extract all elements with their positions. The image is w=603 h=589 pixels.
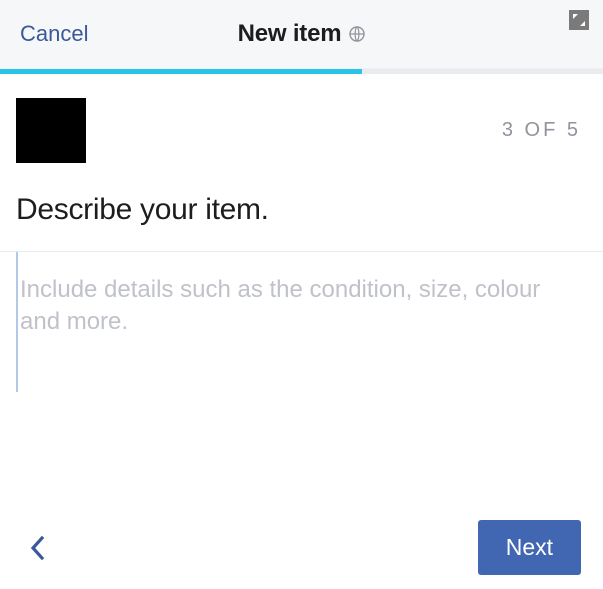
cancel-button[interactable]: Cancel	[20, 21, 88, 47]
next-button[interactable]: Next	[478, 520, 581, 575]
header-bar: Cancel New item	[0, 0, 603, 69]
top-row: 3 OF 5	[16, 98, 587, 163]
step-counter: 3 OF 5	[502, 119, 587, 142]
footer-bar: Next	[0, 520, 603, 575]
expand-icon[interactable]	[569, 10, 589, 30]
page-title: New item	[238, 20, 342, 48]
progress-track	[0, 69, 603, 74]
description-input[interactable]	[16, 252, 587, 392]
prompt-heading: Describe your item.	[16, 193, 587, 251]
item-thumbnail[interactable]	[16, 98, 86, 163]
globe-icon	[349, 26, 365, 42]
header-title-wrap: New item	[0, 20, 603, 48]
content-area: 3 OF 5 Describe your item.	[0, 74, 603, 397]
progress-fill	[0, 69, 362, 74]
back-button[interactable]	[30, 532, 48, 564]
